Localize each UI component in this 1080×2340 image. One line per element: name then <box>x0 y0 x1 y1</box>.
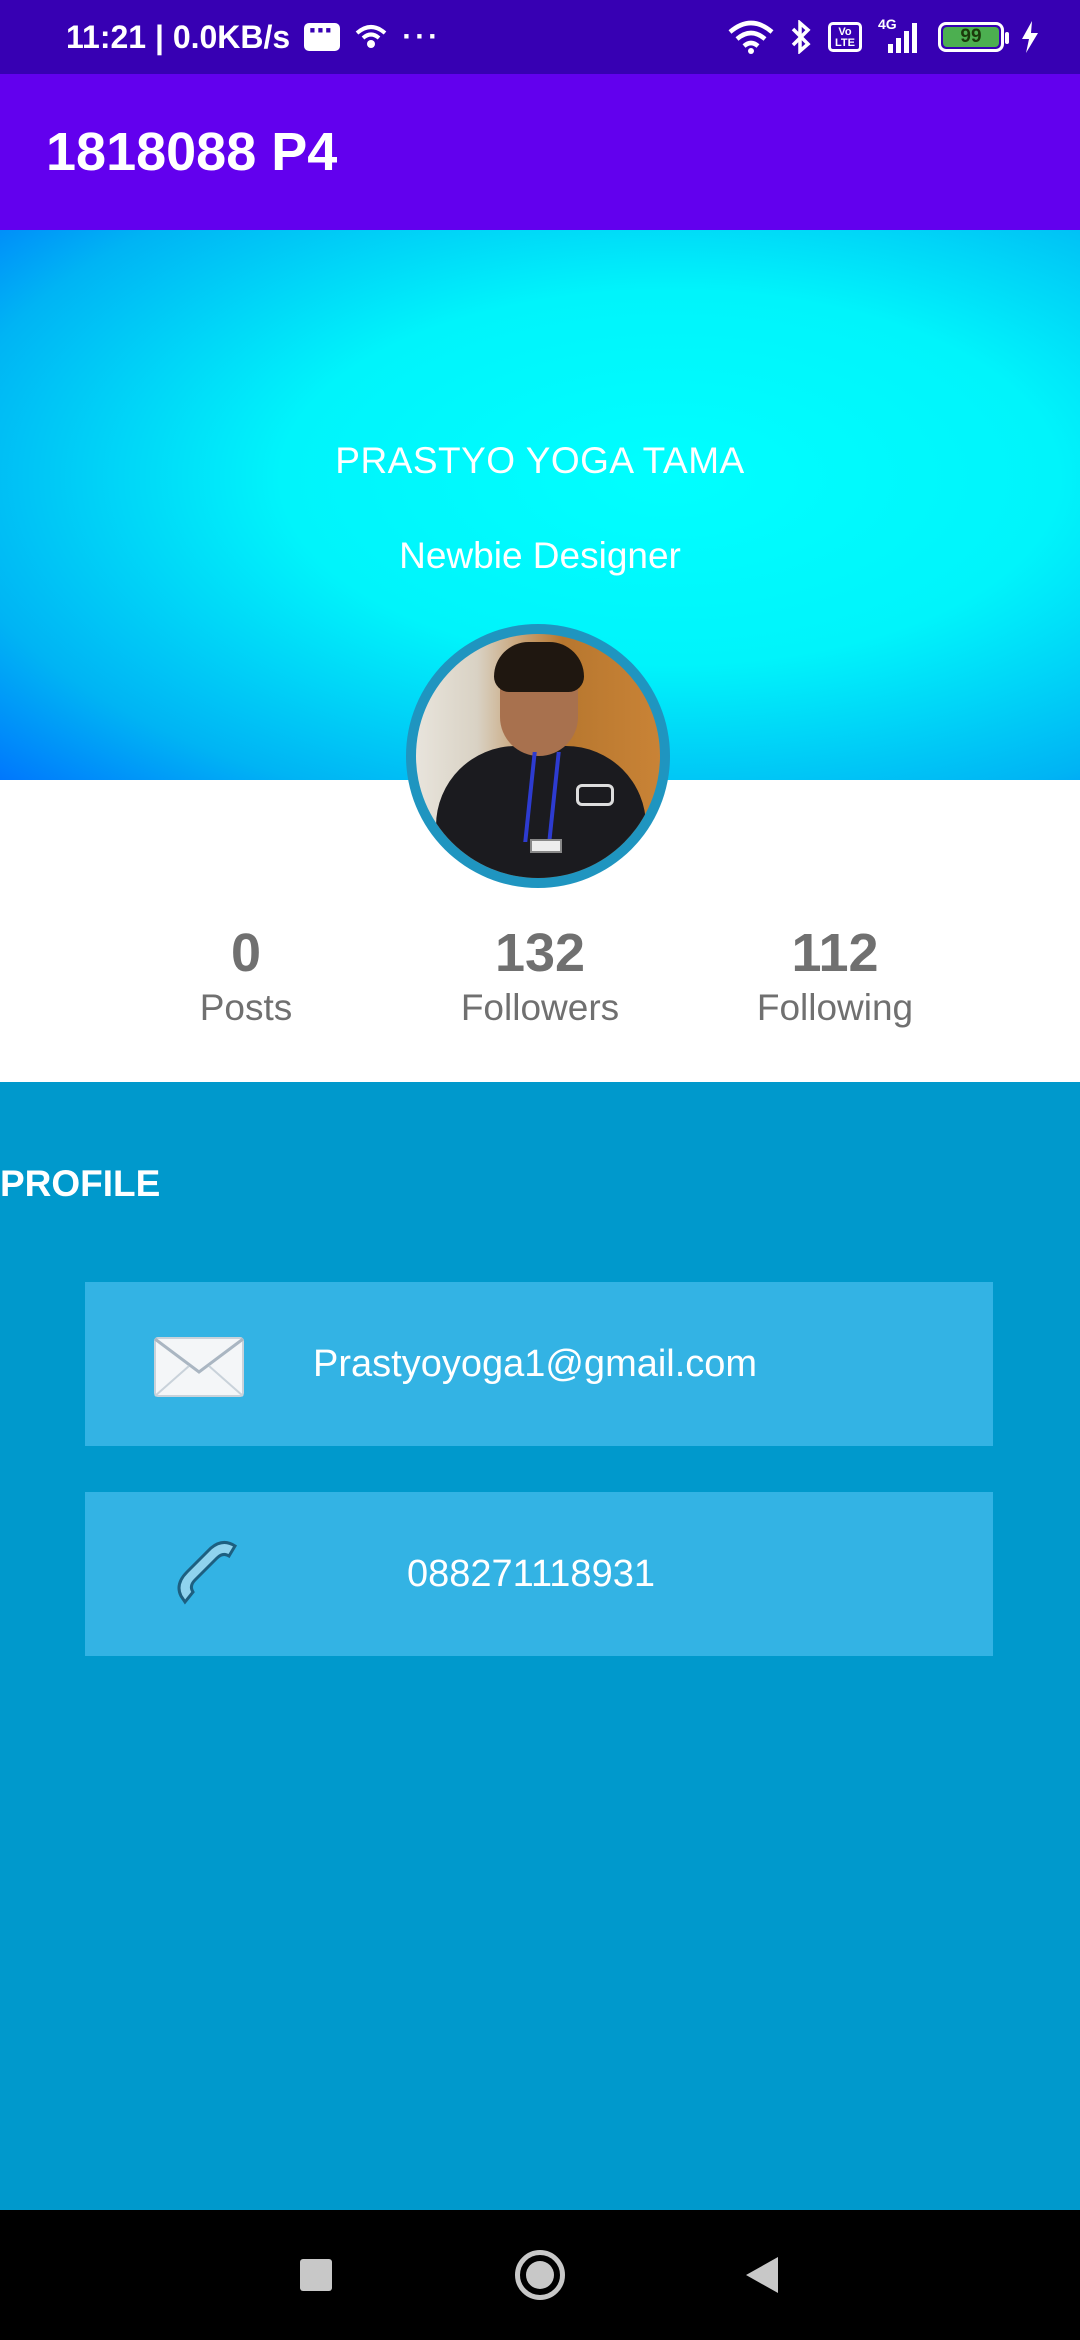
stat-posts-label: Posts <box>199 987 293 1028</box>
wifi-icon <box>728 20 774 54</box>
stat-posts[interactable]: 0 Posts <box>96 925 396 1029</box>
home-button[interactable] <box>480 2210 600 2340</box>
recent-apps-button[interactable] <box>256 2210 376 2340</box>
back-icon <box>746 2257 778 2293</box>
stat-following[interactable]: 112 Following <box>685 925 985 1029</box>
navigation-bar <box>0 2210 1080 2340</box>
battery-icon: 99 <box>938 22 1009 52</box>
volte-icon: Vo LTE <box>828 22 862 52</box>
app-bar: 1818088 P4 <box>0 74 1080 230</box>
signal-icon: 4G <box>878 16 922 54</box>
profile-role: Newbie Designer <box>399 535 681 576</box>
stat-posts-value: 0 <box>230 923 262 983</box>
stat-followers-label: Followers <box>460 987 620 1028</box>
telephone-icon <box>177 1541 238 1605</box>
avatar-photo <box>416 634 660 878</box>
status-left: 11:21 | 0.0KB/s ··· <box>66 0 441 74</box>
stat-following-value: 112 <box>791 923 879 983</box>
envelope-icon <box>154 1337 244 1397</box>
more-dots-icon: ··· <box>402 20 442 53</box>
email-card[interactable]: Prastyoyoga1@gmail.com <box>85 1282 993 1446</box>
profile-name: PRASTYO YOGA TAMA <box>335 440 745 481</box>
recent-apps-icon <box>300 2259 332 2291</box>
hotspot-icon <box>355 25 387 48</box>
section-title: PROFILE <box>0 1163 161 1204</box>
bluetooth-icon <box>791 20 811 54</box>
back-button[interactable] <box>702 2210 822 2340</box>
status-time-speed: 11:21 | 0.0KB/s <box>66 18 291 55</box>
status-right: Vo LTE 4G 99 <box>728 0 1040 74</box>
stat-followers-value: 132 <box>494 923 586 983</box>
message-icon <box>304 14 341 51</box>
status-bar: 11:21 | 0.0KB/s ··· Vo LTE 4G <box>0 0 1080 74</box>
home-icon <box>515 2250 565 2300</box>
charging-icon <box>1022 21 1038 53</box>
phone-text: 088271118931 <box>407 1553 655 1595</box>
stat-followers[interactable]: 132 Followers <box>390 925 690 1029</box>
avatar[interactable] <box>406 624 670 888</box>
battery-level: 99 <box>943 26 999 47</box>
stat-following-label: Following <box>756 987 914 1028</box>
phone-card[interactable]: 088271118931 <box>85 1492 993 1656</box>
app-title: 1818088 P4 <box>46 122 338 182</box>
email-text: Prastyoyoga1@gmail.com <box>313 1343 758 1385</box>
screen: 11:21 | 0.0KB/s ··· Vo LTE 4G <box>0 0 1080 2340</box>
